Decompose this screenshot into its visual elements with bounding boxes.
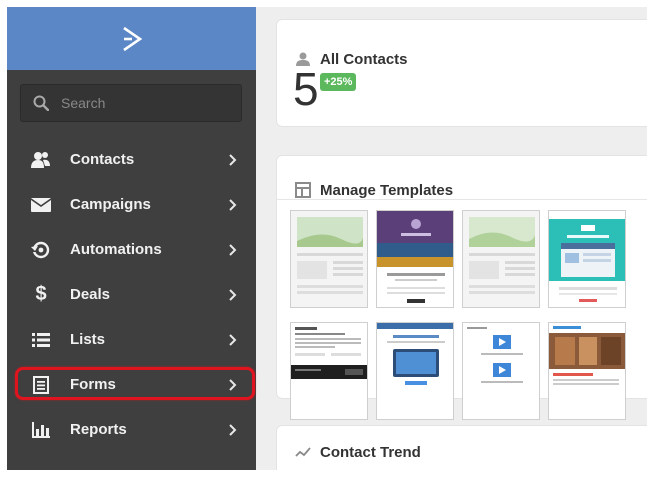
sidebar-item-label: Deals xyxy=(70,286,111,303)
search-icon xyxy=(33,95,49,111)
envelope-icon xyxy=(31,195,51,215)
sidebar: Contacts Campaigns xyxy=(7,7,256,470)
chevron-right-icon xyxy=(229,288,237,301)
sidebar-item-label: Campaigns xyxy=(70,196,151,213)
sidebar-item-contacts[interactable]: Contacts xyxy=(7,137,256,182)
manage-templates-card: Manage Templates xyxy=(276,155,647,420)
search-input[interactable] xyxy=(61,95,221,111)
dollar-icon: $ xyxy=(35,283,47,305)
sidebar-item-label: Lists xyxy=(70,331,106,348)
app-window: Contacts Campaigns xyxy=(7,7,647,470)
form-icon xyxy=(31,375,51,395)
main-content: All Contacts 5 +25% Manage Templates Con… xyxy=(256,7,647,470)
template-thumbnail[interactable] xyxy=(376,210,454,308)
card-title: All Contacts xyxy=(320,51,408,68)
sidebar-item-label: Forms xyxy=(70,376,116,393)
chevron-right-icon xyxy=(229,423,237,436)
chevron-right-icon xyxy=(229,378,237,391)
search-box[interactable] xyxy=(20,84,242,122)
template-thumbnail[interactable] xyxy=(462,322,540,420)
card-title: Contact Trend xyxy=(320,444,421,461)
sidebar-item-label: Automations xyxy=(70,241,162,258)
bar-chart-icon xyxy=(31,420,51,440)
sidebar-nav: Contacts Campaigns Automations $ Deals L… xyxy=(7,137,256,452)
sidebar-item-reports[interactable]: Reports xyxy=(7,407,256,452)
chevron-right-icon xyxy=(229,198,237,211)
card-divider xyxy=(277,199,647,200)
sidebar-item-automations[interactable]: Automations xyxy=(7,227,256,272)
sidebar-item-campaigns[interactable]: Campaigns xyxy=(7,182,256,227)
chevron-right-icon xyxy=(229,153,237,166)
sidebar-item-deals[interactable]: $ Deals xyxy=(7,272,256,317)
contact-trend-card: Contact Trend xyxy=(276,425,647,470)
logo-chevron-icon xyxy=(122,26,142,51)
contact-count: 5 xyxy=(293,63,319,115)
template-thumbnail[interactable] xyxy=(376,322,454,420)
sidebar-item-label: Reports xyxy=(70,421,127,438)
sidebar-item-forms[interactable]: Forms xyxy=(7,362,256,407)
card-title: Manage Templates xyxy=(320,182,454,199)
chevron-right-icon xyxy=(229,243,237,256)
brand-logo[interactable] xyxy=(7,7,256,70)
template-thumbnail[interactable] xyxy=(462,210,540,308)
template-thumbnail[interactable] xyxy=(290,210,368,308)
change-badge: +25% xyxy=(320,73,357,91)
template-icon xyxy=(295,182,311,198)
template-thumbnail[interactable] xyxy=(290,322,368,420)
sidebar-item-label: Contacts xyxy=(70,151,135,168)
list-icon xyxy=(31,330,51,350)
contacts-icon xyxy=(31,150,51,170)
trend-line-icon xyxy=(295,447,311,457)
all-contacts-card[interactable]: All Contacts 5 +25% xyxy=(276,19,647,127)
template-thumbnail[interactable] xyxy=(548,210,626,308)
sidebar-item-lists[interactable]: Lists xyxy=(7,317,256,362)
automation-icon xyxy=(31,240,51,260)
template-thumbnail[interactable] xyxy=(548,322,626,420)
chevron-right-icon xyxy=(229,333,237,346)
